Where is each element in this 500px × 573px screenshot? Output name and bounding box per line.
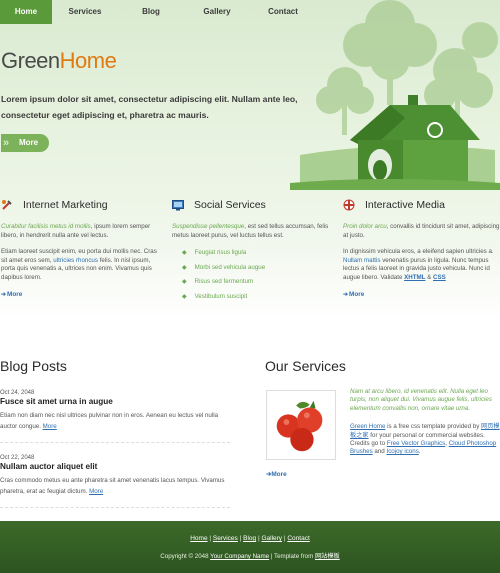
post-title[interactable]: Fusce sit amet urna in augue	[0, 397, 235, 406]
hero-more-label: More	[19, 138, 39, 147]
feature-intro-em: Curabitur facilisis metus id mollis	[1, 223, 91, 230]
more-label: More	[349, 290, 365, 298]
feature-link[interactable]: ultricies rhoncus	[53, 257, 98, 264]
feature-bullet-list: ◆ Feugiat risus ligula ◆ Morbi sed vehicul…	[182, 246, 332, 304]
post-more-link[interactable]: More	[43, 423, 57, 430]
hero-more-button[interactable]: » More	[1, 134, 49, 152]
feature-internet-marketing: Internet Marketing Curabitur facilisis m…	[1, 196, 161, 298]
amp-text: &	[425, 273, 434, 281]
services-text-e: .	[418, 448, 421, 456]
list-item[interactable]: ◆ Morbi sed vehicula augue	[182, 261, 332, 276]
logo-text-home: Home	[59, 48, 117, 73]
copyright-text-mid: | Template from	[269, 553, 315, 560]
footer-link-home[interactable]: Home	[190, 535, 207, 542]
footer-link-blog[interactable]: Blog	[243, 535, 256, 542]
css-link[interactable]: CSS	[433, 274, 446, 281]
divider	[0, 507, 230, 508]
tomatoes-image	[266, 390, 336, 460]
feature-social-services: Social Services Suspendisse pellentesque…	[172, 196, 332, 304]
monitor-icon	[172, 200, 184, 211]
feature-title: Internet Marketing	[23, 199, 108, 211]
footer: Home | Services | Blog | Gallery | Conta…	[0, 521, 500, 573]
bullet-icon: ◆	[182, 264, 187, 271]
feature-link[interactable]: Nullam mattis	[343, 257, 380, 264]
list-item[interactable]: ◆ Risus sed fermentum	[182, 275, 332, 290]
feature-intro-em: Suspendisse pellentesque	[172, 223, 245, 230]
post-date: Oct 22, 2048	[0, 455, 35, 461]
footer-link-services[interactable]: Services	[213, 535, 238, 542]
nav-blog[interactable]: Blog	[118, 0, 184, 24]
vector-graphics-link[interactable]: Free Vector Graphics	[387, 440, 445, 447]
feature-more-link[interactable]: ➔More	[343, 291, 500, 298]
feature-more-link[interactable]: ➔More	[1, 291, 161, 298]
puzzle-icon	[343, 199, 355, 211]
services-text-d: and	[372, 448, 387, 456]
arrow-right-icon: ➔	[1, 291, 7, 298]
feature-title: Interactive Media	[365, 199, 445, 211]
bullet-label: Risus sed fermentum	[194, 278, 254, 286]
green-home-link[interactable]: Green Home	[350, 423, 385, 430]
tools-icon	[2, 200, 12, 210]
feature-intro-em: Proin dolor arcu	[343, 223, 387, 230]
feature-interactive-media: Interactive Media Proin dolor arcu, conv…	[343, 196, 500, 298]
section-title: Our Services	[265, 358, 346, 374]
hero: Home Services Blog Gallery Contact Green…	[0, 0, 500, 318]
post-body: Etiam non diam nec nisl ultrices pulvina…	[0, 412, 219, 430]
bullet-icon: ◆	[182, 250, 187, 257]
section-title: Blog Posts	[0, 358, 67, 374]
feature-body: In dignissim vehicula eros, a eleifend s…	[343, 248, 494, 256]
services-more-link[interactable]: ➔More	[266, 470, 287, 478]
company-link[interactable]: Your Company Name	[210, 553, 269, 560]
post-more-link[interactable]: More	[89, 488, 103, 495]
copyright: Copyright © 2048 Your Company Name | Tem…	[0, 551, 500, 560]
copyright-text: Copyright © 2048	[160, 553, 211, 560]
nav-services[interactable]: Services	[52, 0, 118, 24]
post-date: Oct 24, 2048	[0, 390, 35, 396]
blog-post: Oct 24, 2048 Fusce sit amet urna in augu…	[0, 390, 235, 443]
blog-section: Blog Posts Oct 24, 2048 Fusce sit amet u…	[0, 358, 235, 508]
bullet-label: Feugiat risus ligula	[194, 249, 247, 257]
bullet-label: Morbi sed vehicula augue	[194, 263, 266, 271]
chevron-right-icon: »	[3, 137, 10, 149]
bullet-icon: ◆	[182, 293, 187, 300]
divider	[0, 442, 230, 443]
post-title[interactable]: Nullam auctor aliquet elit	[0, 462, 235, 471]
nav-gallery[interactable]: Gallery	[184, 0, 250, 24]
footer-links: Home | Services | Blog | Gallery | Conta…	[0, 535, 500, 542]
logo-text-green: Green	[1, 48, 60, 73]
nav-home[interactable]: Home	[0, 0, 52, 24]
blog-post: Oct 22, 2048 Nullam auctor aliquet elit …	[0, 455, 235, 508]
services-intro: Nam at arcu libero, id venenatis elit. N…	[350, 388, 492, 412]
site-logo[interactable]: GreenHome	[1, 48, 117, 74]
xhtml-link[interactable]: XHTML	[404, 274, 425, 281]
hero-tagline: Lorem ipsum dolor sit amet, consectetur …	[1, 94, 298, 120]
more-label: More	[271, 471, 287, 478]
feature-title: Social Services	[194, 199, 266, 211]
bullet-label: Vestibulum suscipit	[194, 292, 248, 300]
green-house-illustration	[290, 0, 500, 190]
services-text-a: is a free css template provided by	[385, 423, 482, 431]
footer-link-gallery[interactable]: Gallery	[261, 535, 282, 542]
footer-link-contact[interactable]: Contact	[287, 535, 309, 542]
template-source-link[interactable]: 网站模板	[315, 553, 340, 560]
bullet-icon: ◆	[182, 279, 187, 286]
post-body: Cras commodo metus eu ante pharetra sit …	[0, 477, 225, 495]
icojoy-link[interactable]: Icojoy icons	[386, 448, 418, 455]
list-item[interactable]: ◆ Feugiat risus ligula	[182, 246, 332, 261]
services-section: Our Services Nam at arcu libero, id vene…	[265, 358, 500, 478]
list-item[interactable]: ◆ Vestibulum suscipit	[182, 290, 332, 305]
services-text: Nam at arcu libero, id venenatis elit. N…	[350, 388, 500, 457]
more-label: More	[7, 290, 23, 298]
arrow-right-icon: ➔	[343, 291, 349, 298]
